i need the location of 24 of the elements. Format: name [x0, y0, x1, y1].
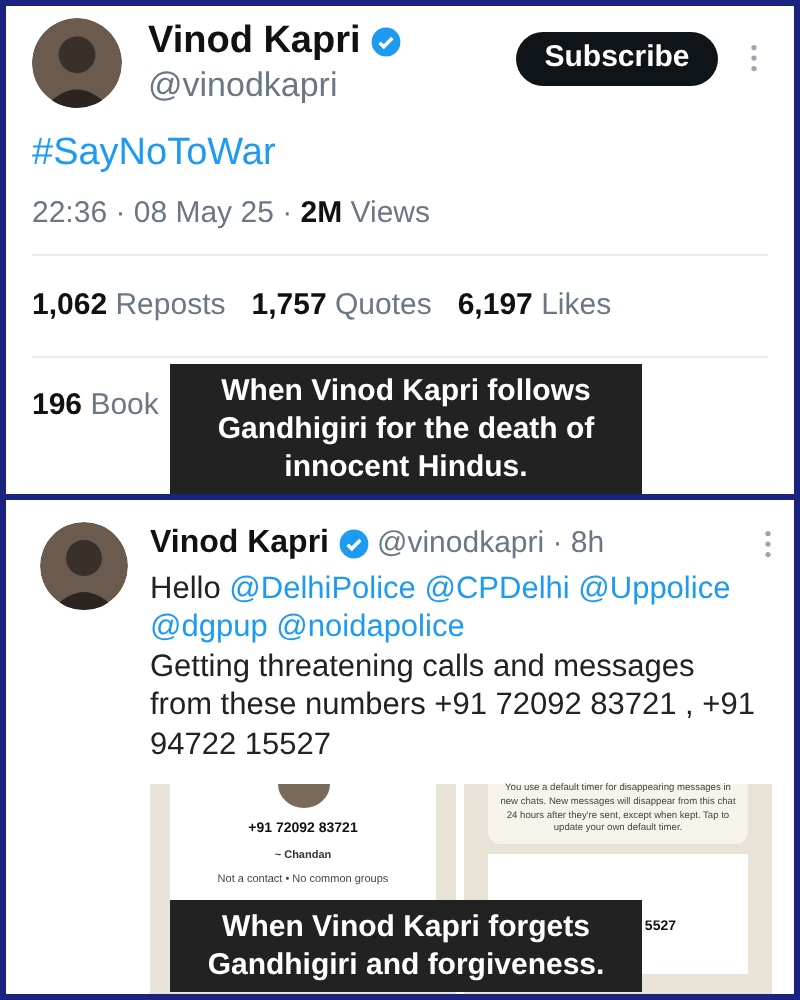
engagement-stat[interactable]: 196 Book: [32, 383, 159, 429]
mention-link[interactable]: @noidapolice: [276, 610, 465, 644]
author-name: Vinod Kapri: [148, 18, 361, 66]
subscribe-button[interactable]: Subscribe: [516, 32, 718, 86]
meme-caption: When Vinod Kapri forgets Gandhigiri and forgiveness.: [170, 900, 642, 992]
hashtag-link[interactable]: #SayNoToWar: [32, 132, 768, 176]
author-handle: @vinodkapri · 8h: [377, 524, 605, 564]
mention-link[interactable]: @Uppolice: [578, 571, 731, 605]
mention-link[interactable]: @dgpup: [150, 610, 268, 644]
contact-avatar-icon: [277, 784, 329, 808]
avatar-icon: [32, 18, 122, 108]
engagement-stat[interactable]: 6,197 Likes: [457, 283, 612, 329]
author-handle: @vinodkapri: [148, 66, 340, 106]
author-name: Vinod Kapri: [150, 524, 329, 565]
mention-link[interactable]: @CPDelhi: [424, 571, 570, 605]
more-options-icon[interactable]: [750, 44, 758, 72]
engagement-stat[interactable]: 1,757 Quotes: [251, 283, 432, 329]
avatar-icon: [40, 522, 128, 610]
more-options-icon[interactable]: [764, 530, 772, 559]
tweet-text: Hello @DelhiPolice @CPDelhi @Uppolice @dgpup @noidapolice Getting threatening calls and messages from these numbers +91 72092 83721 , +91 94722 15527: [150, 569, 757, 764]
tweet-meta: 22:36 · 08 May 25 · 2M Views: [32, 194, 433, 234]
meme-caption: When Vinod Kapri follows Gandhigiri for the death of innocent Hindus.: [170, 364, 642, 494]
mention-link[interactable]: @DelhiPolice: [229, 571, 416, 605]
engagement-stat[interactable]: 1,062 Reposts: [32, 283, 226, 329]
